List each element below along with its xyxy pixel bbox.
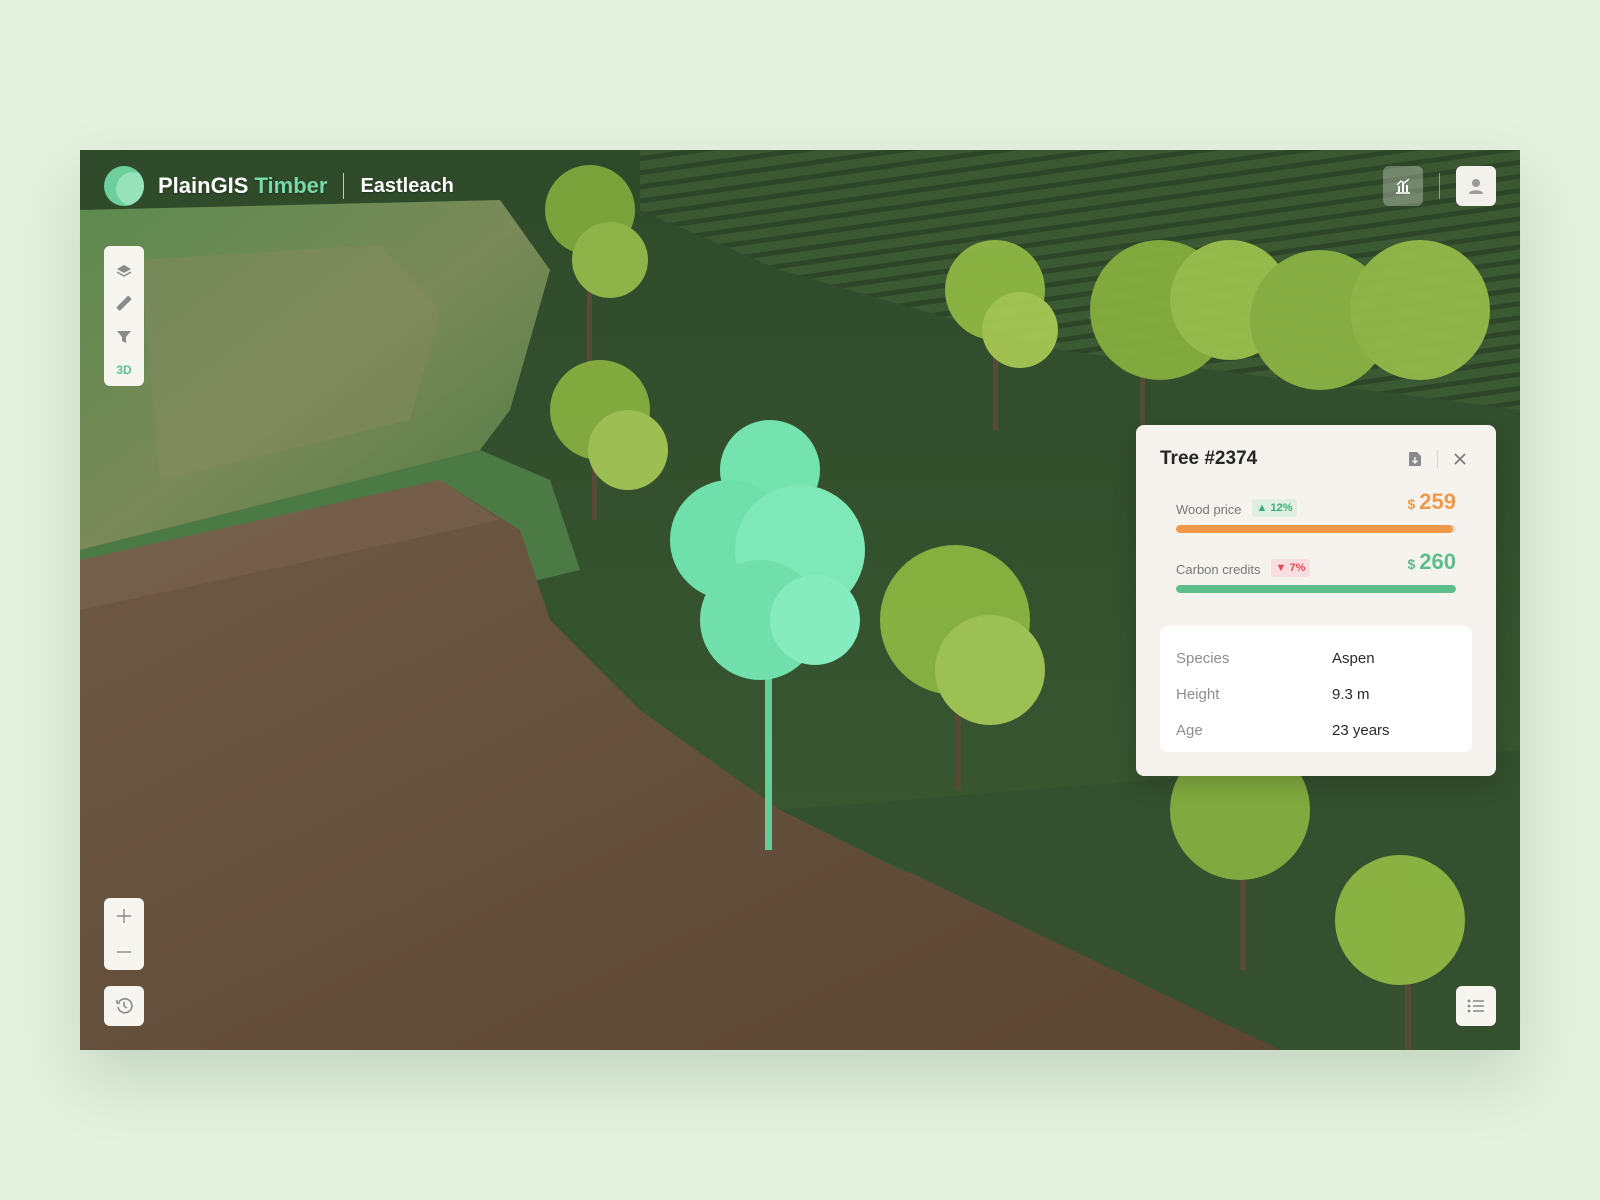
analytics-button[interactable] (1383, 166, 1423, 206)
app-header: PlainGIS Timber Eastleach (104, 166, 454, 206)
carbon-credits-metric: Carbon credits ▼ 7% $260 (1176, 547, 1456, 595)
leaf-logo-icon (104, 166, 144, 206)
panel-header-divider (1437, 450, 1438, 468)
wood-price-bar (1176, 525, 1456, 533)
product-name: Timber (254, 173, 328, 198)
filter-icon (117, 330, 131, 343)
property-row: Species Aspen (1176, 640, 1456, 676)
location-name[interactable]: Eastleach (360, 175, 453, 198)
metric-value: $260 (1407, 549, 1456, 577)
panel-title: Tree #2374 (1160, 448, 1258, 469)
brand-name: PlainGIS (158, 173, 249, 198)
document-icon (1409, 452, 1421, 466)
list-icon (1467, 999, 1484, 1013)
chart-icon (1396, 178, 1410, 194)
property-row: Height 9.3 m (1176, 676, 1456, 712)
ruler-icon (116, 295, 132, 311)
metric-label: Carbon credits (1176, 562, 1261, 577)
history-icon (116, 998, 133, 1014)
close-button[interactable] (1448, 447, 1472, 471)
filter-button[interactable] (104, 320, 144, 353)
property-key: Species (1176, 649, 1230, 667)
currency-symbol: $ (1407, 496, 1416, 512)
property-value: 9.3 m (1332, 685, 1370, 703)
property-row: Age 23 years (1176, 712, 1456, 748)
layers-icon (116, 264, 132, 277)
map-app: PlainGIS Timber Eastleach 3D Tree #2374 … (80, 150, 1520, 1050)
zoom-controls (104, 898, 144, 970)
user-button[interactable] (1456, 166, 1496, 206)
export-button[interactable] (1403, 447, 1427, 471)
plus-icon (117, 909, 131, 923)
layers-button[interactable] (104, 254, 144, 287)
currency-symbol: $ (1407, 556, 1416, 572)
metric-value: $259 (1407, 489, 1456, 517)
zoom-in-button[interactable] (104, 898, 144, 934)
measure-button[interactable] (104, 287, 144, 320)
trend-down-badge: ▼ 7% (1270, 559, 1311, 577)
map-toolbar: 3D (104, 246, 144, 386)
trend-up-badge: ▲ 12% (1251, 499, 1298, 517)
carbon-credits-bar (1176, 585, 1456, 593)
header-actions (1383, 166, 1496, 206)
zoom-out-button[interactable] (104, 934, 144, 970)
property-value: 23 years (1332, 721, 1390, 739)
carbon-credits-bar-fill (1176, 585, 1456, 593)
header-actions-divider (1439, 173, 1440, 199)
minus-icon (117, 951, 131, 953)
app-title: PlainGIS Timber (158, 173, 327, 199)
wood-price-metric: Wood price ▲ 12% $259 (1176, 487, 1456, 535)
panel-header: Tree #2374 (1160, 447, 1472, 471)
header-divider (343, 173, 345, 199)
3d-toggle[interactable]: 3D (104, 353, 144, 386)
list-view-button[interactable] (1456, 986, 1496, 1026)
wood-price-bar-fill (1176, 525, 1454, 533)
property-key: Age (1176, 721, 1203, 739)
metric-label: Wood price (1176, 502, 1242, 517)
history-button[interactable] (104, 986, 144, 1026)
close-icon (1454, 453, 1466, 465)
property-value: Aspen (1332, 649, 1375, 667)
property-key: Height (1176, 685, 1220, 703)
user-icon (1469, 179, 1483, 194)
carbon-credits-value: 260 (1419, 549, 1456, 574)
wood-price-value: 259 (1419, 489, 1456, 514)
tree-properties: Species Aspen Height 9.3 m Age 23 years (1160, 626, 1472, 752)
tree-info-panel: Tree #2374 Wood price ▲ 12% $259 Carbon … (1136, 425, 1496, 776)
